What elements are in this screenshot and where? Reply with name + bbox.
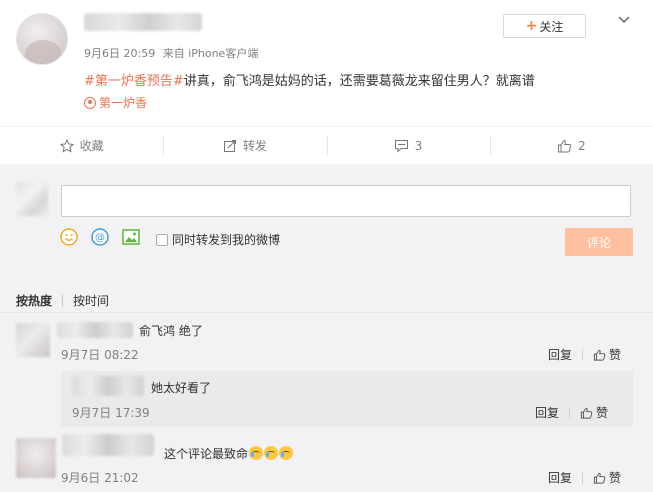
comment-actions: 回复 赞 bbox=[548, 346, 621, 363]
emoji-icon[interactable] bbox=[60, 228, 78, 246]
crying-laugh-emoji-icon bbox=[249, 446, 264, 460]
like-count: 2 bbox=[578, 138, 586, 153]
tab-sort-time[interactable]: 按时间 bbox=[73, 292, 109, 309]
sort-divider bbox=[62, 294, 64, 307]
action-separator bbox=[582, 348, 584, 361]
post-hashtag[interactable]: #第一炉香预告# bbox=[84, 74, 184, 89]
author-name-blurred[interactable] bbox=[84, 13, 202, 31]
favorite-label: 收藏 bbox=[79, 139, 104, 153]
repost-option: 同时转发到我的微博 bbox=[156, 231, 280, 248]
thumbs-up-icon bbox=[580, 407, 593, 419]
comment-like-button[interactable]: 赞 bbox=[593, 346, 621, 363]
comment-input[interactable] bbox=[61, 185, 631, 217]
location-pin-icon bbox=[84, 96, 96, 109]
like-label: 赞 bbox=[596, 406, 609, 420]
comment-text-body: 这个评论最致命 bbox=[164, 447, 249, 461]
author-avatar[interactable] bbox=[16, 13, 68, 65]
topic-link-label: 第一炉香 bbox=[99, 96, 148, 110]
post-date[interactable]: 9月6日 20:59 bbox=[84, 47, 155, 60]
submit-comment-button[interactable]: 评论 bbox=[565, 228, 633, 256]
crying-laugh-emoji-icon bbox=[279, 446, 294, 460]
repost-button[interactable]: 转发 bbox=[163, 127, 326, 164]
post-text: #第一炉香预告#讲真，俞飞鸿是姑妈的话，还需要葛薇龙来留住男人？就离谱 bbox=[84, 70, 535, 89]
comment-actions: 回复 赞 bbox=[535, 404, 608, 421]
like-button[interactable]: 2 bbox=[489, 127, 653, 164]
crying-laugh-emoji-icon bbox=[264, 446, 279, 460]
repost-option-label: 同时转发到我的微博 bbox=[172, 233, 281, 247]
action-separator bbox=[582, 471, 584, 484]
chevron-down-icon[interactable] bbox=[616, 12, 632, 28]
sort-tabs: 按热度 按时间 bbox=[16, 292, 109, 309]
thumbs-up-icon bbox=[558, 139, 572, 152]
composer-tools: @ bbox=[60, 228, 140, 246]
comment-count: 3 bbox=[414, 138, 423, 153]
post-body: 讲真，俞飞鸿是姑妈的话，还需要葛薇龙来留住男人？就离谱 bbox=[183, 74, 535, 89]
tab-sort-hot[interactable]: 按热度 bbox=[16, 292, 52, 309]
follow-label: 关注 bbox=[539, 19, 564, 34]
comment-actions: 回复 赞 bbox=[548, 469, 621, 486]
weibo-post: + 关注 9月6日 20:59 来自 iPhone客户端 #第一炉香预告#讲真，… bbox=[0, 0, 653, 126]
follow-button[interactable]: + 关注 bbox=[503, 14, 586, 38]
repost-icon bbox=[223, 139, 236, 152]
comment-like-button[interactable]: 赞 bbox=[593, 469, 621, 486]
image-icon[interactable] bbox=[122, 229, 140, 245]
comment-text: 这个评论最致命 bbox=[164, 445, 294, 462]
post-source: 来自 iPhone客户端 bbox=[162, 47, 259, 60]
repost-checkbox[interactable] bbox=[156, 233, 168, 246]
action-separator bbox=[569, 406, 571, 419]
comment-text: 俞飞鸿 绝了 bbox=[139, 324, 203, 338]
post-action-bar: 收藏 转发 3 2 bbox=[0, 126, 653, 164]
topic-link[interactable]: 第一炉香 bbox=[84, 94, 147, 111]
commenter-avatar[interactable] bbox=[16, 438, 56, 478]
commenter-name-blurred[interactable] bbox=[72, 376, 144, 396]
commenter-avatar[interactable] bbox=[16, 323, 50, 357]
svg-text:@: @ bbox=[95, 233, 105, 244]
divider bbox=[0, 312, 653, 313]
repost-label: 转发 bbox=[242, 139, 267, 153]
thumbs-up-icon bbox=[593, 472, 606, 484]
thumbs-up-icon bbox=[593, 349, 606, 361]
comment-time: 9月7日 17:39 bbox=[72, 406, 150, 420]
comment-section: @ 同时转发到我的微博 评论 按热度 按时间 俞飞鸿 绝了 9月7日 08:22… bbox=[0, 164, 653, 492]
mention-icon[interactable]: @ bbox=[91, 228, 109, 246]
post-meta: 9月6日 20:59 来自 iPhone客户端 bbox=[84, 45, 262, 61]
comment-time: 9月7日 08:22 bbox=[61, 348, 139, 362]
plus-icon: + bbox=[525, 18, 538, 34]
comment-button[interactable]: 3 bbox=[326, 127, 490, 164]
my-avatar bbox=[16, 182, 48, 216]
reply-button[interactable]: 回复 bbox=[548, 469, 572, 486]
comment-icon bbox=[394, 139, 408, 153]
like-label: 赞 bbox=[609, 348, 622, 362]
star-icon bbox=[59, 138, 74, 153]
comment-like-button[interactable]: 赞 bbox=[580, 404, 608, 421]
comment-text: 她太好看了 bbox=[151, 381, 212, 395]
favorite-button[interactable]: 收藏 bbox=[0, 127, 163, 164]
reply-button[interactable]: 回复 bbox=[548, 346, 572, 363]
reply-button[interactable]: 回复 bbox=[535, 404, 559, 421]
commenter-name-blurred[interactable] bbox=[62, 434, 154, 456]
commenter-name-blurred[interactable] bbox=[57, 322, 133, 338]
like-label: 赞 bbox=[609, 471, 622, 485]
comment-time: 9月6日 21:02 bbox=[61, 471, 139, 485]
